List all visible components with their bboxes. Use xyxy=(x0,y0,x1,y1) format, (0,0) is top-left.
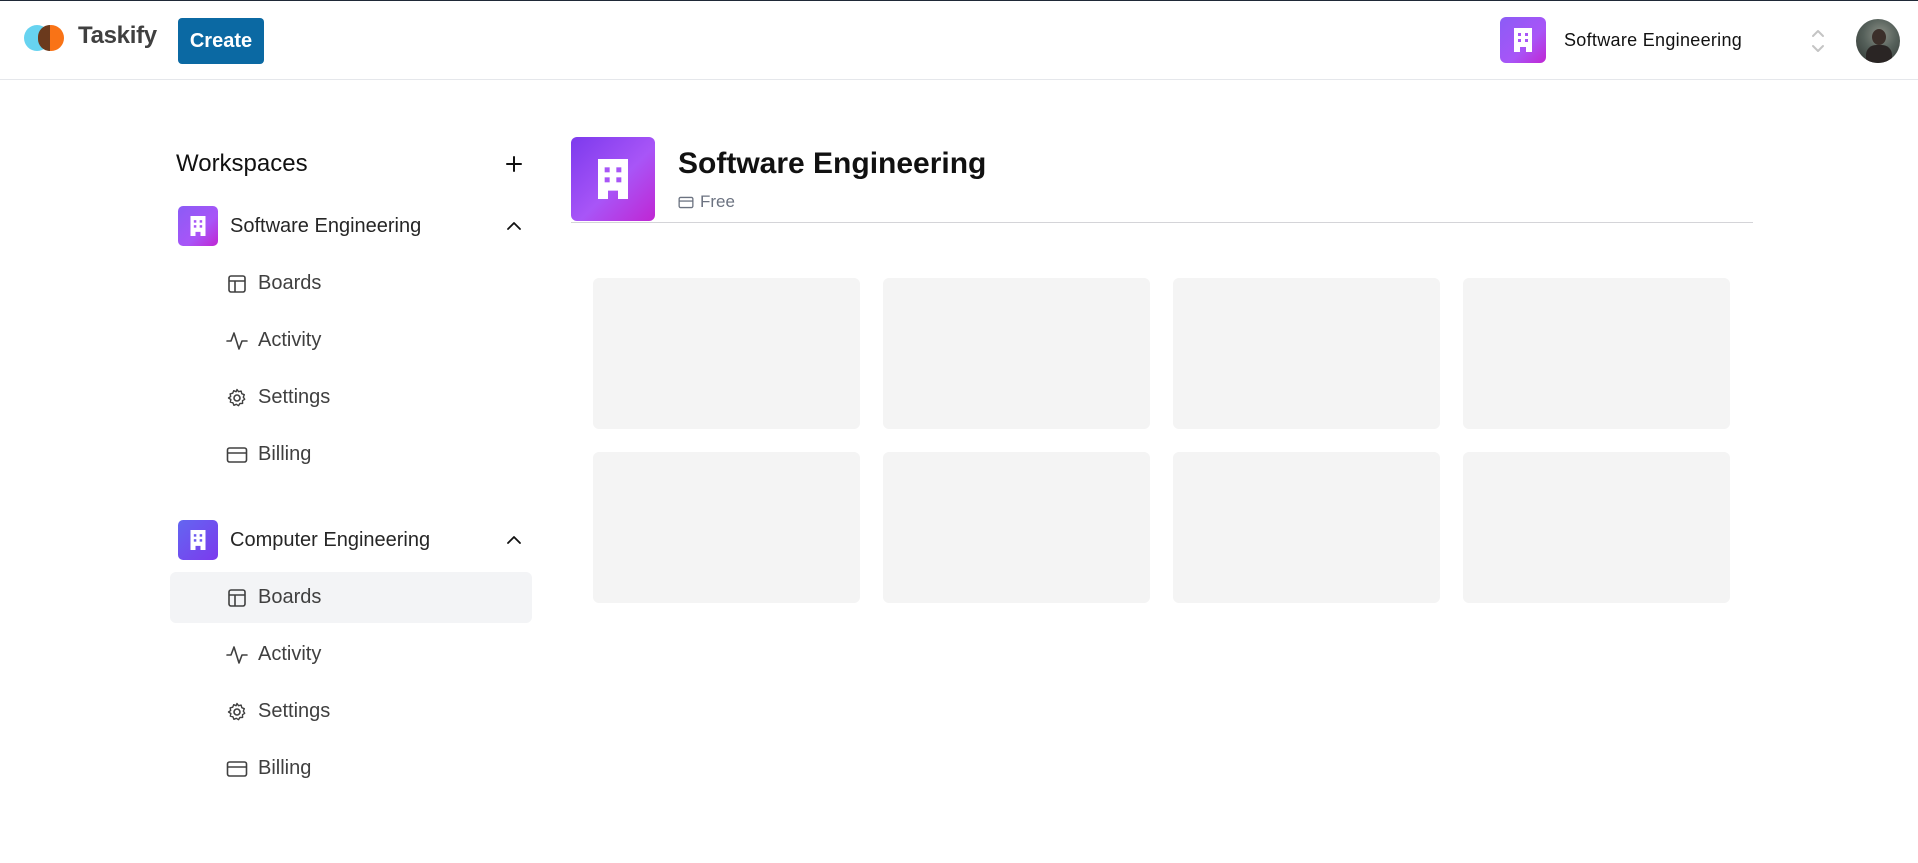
sidebar-item-billing[interactable]: Billing xyxy=(170,743,532,794)
board-card-skeleton xyxy=(593,452,860,603)
credit-card-icon xyxy=(226,758,248,780)
activity-icon xyxy=(226,644,248,666)
workspaces-sidebar: Workspaces Software Engineering Boards A… xyxy=(170,140,532,794)
workspace-name: Software Engineering xyxy=(230,214,422,237)
chevron-up-icon xyxy=(504,530,524,550)
sidebar-item-activity[interactable]: Activity xyxy=(170,629,532,680)
plan-label: Free xyxy=(700,192,735,211)
top-navbar: Taskify Create Software Engineering xyxy=(0,0,1918,80)
sidebar-item-boards[interactable]: Boards xyxy=(170,258,532,309)
page-title: Software Engineering xyxy=(678,147,987,180)
chevrons-up-down-icon[interactable] xyxy=(1808,25,1828,57)
credit-card-icon xyxy=(226,444,248,466)
sidebar-item-billing[interactable]: Billing xyxy=(170,429,532,480)
credit-card-icon xyxy=(678,196,694,208)
layout-icon xyxy=(226,587,248,609)
workspace-accordion-trigger[interactable]: Computer Engineering xyxy=(170,514,532,566)
sidebar-item-settings[interactable]: Settings xyxy=(170,686,532,737)
sidebar-item-label: Boards xyxy=(258,586,322,608)
building-icon xyxy=(178,520,218,560)
board-card-skeleton xyxy=(1173,452,1440,603)
plan-badge: Free xyxy=(678,192,735,212)
app-name: Taskify xyxy=(78,22,157,49)
layout-icon xyxy=(226,273,248,295)
sidebar-item-label: Boards xyxy=(258,272,322,294)
activity-icon xyxy=(226,330,248,352)
plus-icon[interactable] xyxy=(502,152,526,176)
gear-icon xyxy=(226,387,248,409)
gear-icon xyxy=(226,701,248,723)
building-icon xyxy=(571,137,655,221)
chevron-up-icon xyxy=(504,216,524,236)
sidebar-item-settings[interactable]: Settings xyxy=(170,372,532,423)
workspace-info-header: Software Engineering Free xyxy=(571,137,1753,223)
workspace-name: Computer Engineering xyxy=(230,528,431,551)
workspace-group-software-engineering: Software Engineering Boards Activity Set… xyxy=(170,200,532,480)
app-logo[interactable]: Taskify xyxy=(24,21,157,51)
sidebar-item-label: Settings xyxy=(258,386,331,408)
board-card-skeleton xyxy=(1463,452,1730,603)
sidebar-title: Workspaces xyxy=(176,150,308,177)
board-card-skeleton xyxy=(883,452,1150,603)
switcher-workspace-name: Software Engineering xyxy=(1564,29,1743,50)
sidebar-item-label: Activity xyxy=(258,643,322,665)
sidebar-item-activity[interactable]: Activity xyxy=(170,315,532,366)
sidebar-item-label: Billing xyxy=(258,757,312,779)
sidebar-item-label: Billing xyxy=(258,443,312,465)
boards-skeleton-grid xyxy=(593,278,1730,603)
sidebar-item-boards[interactable]: Boards xyxy=(170,572,532,623)
building-icon xyxy=(1500,17,1546,63)
sidebar-item-label: Activity xyxy=(258,329,322,351)
board-card-skeleton xyxy=(1173,278,1440,429)
board-card-skeleton xyxy=(883,278,1150,429)
workspace-group-computer-engineering: Computer Engineering Boards Activity Set… xyxy=(170,514,532,794)
create-button[interactable]: Create xyxy=(178,18,264,64)
sidebar-item-label: Settings xyxy=(258,700,331,722)
user-avatar[interactable] xyxy=(1856,19,1900,63)
sidebar-header: Workspaces xyxy=(170,140,532,188)
logo-icon xyxy=(24,21,64,51)
building-icon xyxy=(178,206,218,246)
board-card-skeleton xyxy=(1463,278,1730,429)
workspace-switcher[interactable]: Software Engineering xyxy=(1500,17,1742,63)
board-card-skeleton xyxy=(593,278,860,429)
workspace-accordion-trigger[interactable]: Software Engineering xyxy=(170,200,532,252)
